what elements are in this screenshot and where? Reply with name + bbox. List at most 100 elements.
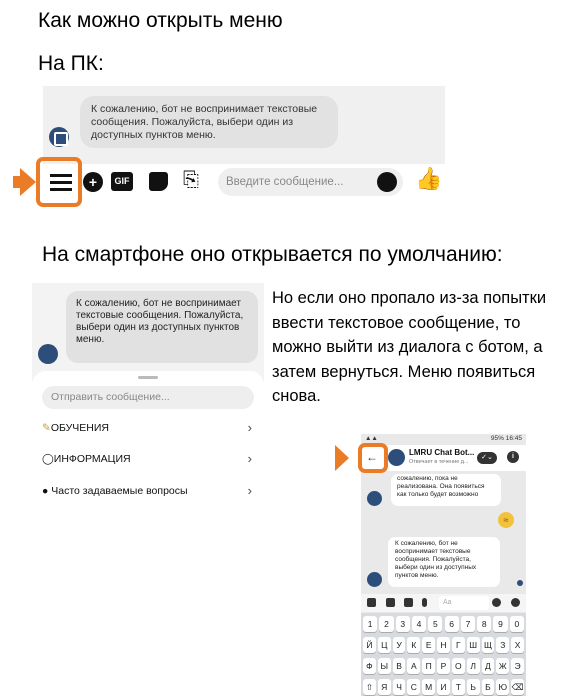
smartphone-heading: На смартфоне оно открывается по умолчани…: [42, 243, 503, 266]
keyboard-key[interactable]: С: [407, 679, 421, 695]
keyboard-key[interactable]: А: [407, 658, 421, 674]
menu-item-faq[interactable]: ● Часто задаваемые вопросы ›: [42, 482, 254, 500]
menu-item-training[interactable]: ✎ОБУЧЕНИЯ ›: [42, 419, 254, 437]
keyboard-key[interactable]: 0: [509, 616, 524, 632]
battery-level: 95%: [490, 435, 504, 442]
page-title: Как можно открыть меню: [38, 9, 283, 32]
signal-icon: ▲▲: [365, 435, 378, 442]
keyboard-key[interactable]: В: [392, 658, 406, 674]
keyboard-key[interactable]: 1: [363, 616, 378, 632]
bot-message-bubble: К сожалению, бот не воспринимает текстов…: [66, 291, 258, 363]
keyboard-key[interactable]: 7: [460, 616, 476, 632]
keyboard-key[interactable]: Т: [451, 679, 465, 695]
check-toggle-button[interactable]: ✓⌄: [477, 452, 497, 464]
keyboard-key[interactable]: Ж: [496, 658, 510, 674]
bot-avatar: [49, 127, 69, 147]
sheet-handle[interactable]: [138, 376, 158, 379]
menu-item-information[interactable]: ◯ИНФОРМАЦИЯ ›: [42, 450, 254, 468]
apps-icon[interactable]: [367, 598, 376, 607]
microphone-icon[interactable]: [422, 598, 427, 607]
message-input[interactable]: Введите сообщение...: [218, 168, 403, 196]
emoji-icon[interactable]: [492, 598, 501, 607]
menu-arrow: [20, 168, 36, 196]
bot-avatar: [367, 491, 382, 506]
keyboard-key[interactable]: Ц: [377, 637, 391, 653]
gallery-icon[interactable]: [404, 598, 413, 607]
pc-chat-screenshot: К сожалению, бот не воспринимает текстов…: [43, 86, 445, 201]
keyboard-key[interactable]: 4: [411, 616, 427, 632]
graduation-icon: ✎: [42, 422, 51, 434]
keyboard-key[interactable]: З: [496, 637, 510, 653]
keyboard-key[interactable]: 5: [428, 616, 443, 632]
keyboard-key[interactable]: Щ: [481, 637, 495, 653]
menu-sheet: Отправить сообщение... ✎ОБУЧЕНИЯ › ◯ИНФО…: [32, 371, 264, 516]
camera-icon[interactable]: [386, 598, 395, 607]
keyboard-key[interactable]: М: [422, 679, 436, 695]
phone-chat-screenshot: ▲▲ 95% 16:45 ← LMRU Chat Bot... Отвечает…: [361, 434, 526, 696]
attach-icon[interactable]: ⎘: [183, 169, 199, 192]
keyboard-key[interactable]: Х: [511, 637, 524, 653]
menu-highlight-box: [36, 157, 82, 207]
keyboard-key[interactable]: Е: [422, 637, 436, 653]
keyboard-key[interactable]: Р: [437, 658, 450, 674]
keyboard-key[interactable]: О: [451, 658, 465, 674]
chevron-right-icon: ›: [247, 420, 252, 435]
phone-input-bar: Aa: [361, 594, 526, 612]
info-icon[interactable]: i: [507, 451, 519, 463]
keyboard-key[interactable]: 6: [444, 616, 459, 632]
menu-item-label: ИНФОРМАЦИЯ: [53, 453, 131, 465]
bot-message-bubble: К сожалению, бот не воспринимает текстов…: [388, 537, 500, 587]
like-icon[interactable]: 👍: [415, 166, 442, 192]
bot-avatar: [38, 344, 58, 364]
instruction-note: Но если оно пропало из-за попытки ввести…: [272, 289, 547, 405]
read-receipt-icon: [517, 580, 523, 586]
keyboard-key[interactable]: Л: [466, 658, 480, 674]
keyboard-key[interactable]: Н: [437, 637, 450, 653]
sticker-icon[interactable]: [149, 172, 168, 191]
keyboard-key[interactable]: Ф: [363, 658, 376, 674]
circle-icon: ◯: [42, 453, 54, 465]
keyboard-key[interactable]: К: [407, 637, 421, 653]
keyboard-key[interactable]: У: [392, 637, 406, 653]
add-icon[interactable]: +: [83, 172, 103, 192]
emoji-icon[interactable]: [377, 172, 397, 192]
keyboard-key[interactable]: ⌫: [511, 679, 524, 695]
keyboard-key[interactable]: Г: [451, 637, 465, 653]
keyboard-key[interactable]: Й: [363, 637, 376, 653]
phone-message-input[interactable]: Aa: [439, 596, 489, 610]
keyboard-key[interactable]: Ч: [392, 679, 406, 695]
keyboard-key[interactable]: 2: [379, 616, 394, 632]
keyboard-key[interactable]: Д: [481, 658, 495, 674]
emoji-reaction-icon: ≈: [498, 512, 514, 528]
keyboard-key[interactable]: Ь: [466, 679, 480, 695]
menu-icon[interactable]: [511, 598, 520, 607]
gif-button[interactable]: GIF: [111, 172, 133, 191]
keyboard-key[interactable]: Э: [511, 658, 524, 674]
bot-message-bubble: К сожалению, бот не воспринимает текстов…: [80, 96, 338, 148]
menu-item-label: ОБУЧЕНИЯ: [50, 422, 110, 434]
keyboard-key[interactable]: Ш: [466, 637, 480, 653]
message-toolbar: + GIF ⎘ Введите сообщение... 👍: [43, 164, 445, 201]
keyboard-key[interactable]: 8: [477, 616, 492, 632]
keyboard-key[interactable]: 3: [395, 616, 410, 632]
bot-avatar[interactable]: [388, 449, 405, 466]
chevron-right-icon: ›: [247, 451, 252, 466]
dot-icon: ●: [42, 485, 52, 497]
keyboard-key[interactable]: Ы: [377, 658, 391, 674]
send-message-input[interactable]: Отправить сообщение...: [42, 386, 254, 409]
chat-title[interactable]: LMRU Chat Bot...: [409, 448, 474, 457]
smartphone-chat-screenshot: К сожалению, бот не воспринимает текстов…: [32, 283, 264, 516]
on-screen-keyboard: 1 2 3 4 5 6 7 8 9 0 Й Ц У К Е Н Г Ш Щ З Х Ф Ы В А П Р О Л Д Ж Э ⇧ Я Ч С М И Т Ь…: [361, 613, 526, 696]
keyboard-key[interactable]: Б: [481, 679, 495, 695]
pc-heading: На ПК:: [38, 52, 104, 75]
keyboard-key[interactable]: И: [437, 679, 450, 695]
keyboard-key[interactable]: ⇧: [363, 679, 376, 695]
bot-message-bubble: сожалению, пока не реализована. Она появ…: [391, 474, 501, 506]
keyboard-key[interactable]: Я: [377, 679, 391, 695]
keyboard-key[interactable]: Ю: [496, 679, 510, 695]
keyboard-key[interactable]: П: [422, 658, 436, 674]
bot-avatar: [367, 572, 382, 587]
menu-item-label: Часто задаваемые вопросы: [51, 485, 188, 497]
back-arrow-pointer: [335, 445, 349, 471]
keyboard-key[interactable]: 9: [493, 616, 508, 632]
